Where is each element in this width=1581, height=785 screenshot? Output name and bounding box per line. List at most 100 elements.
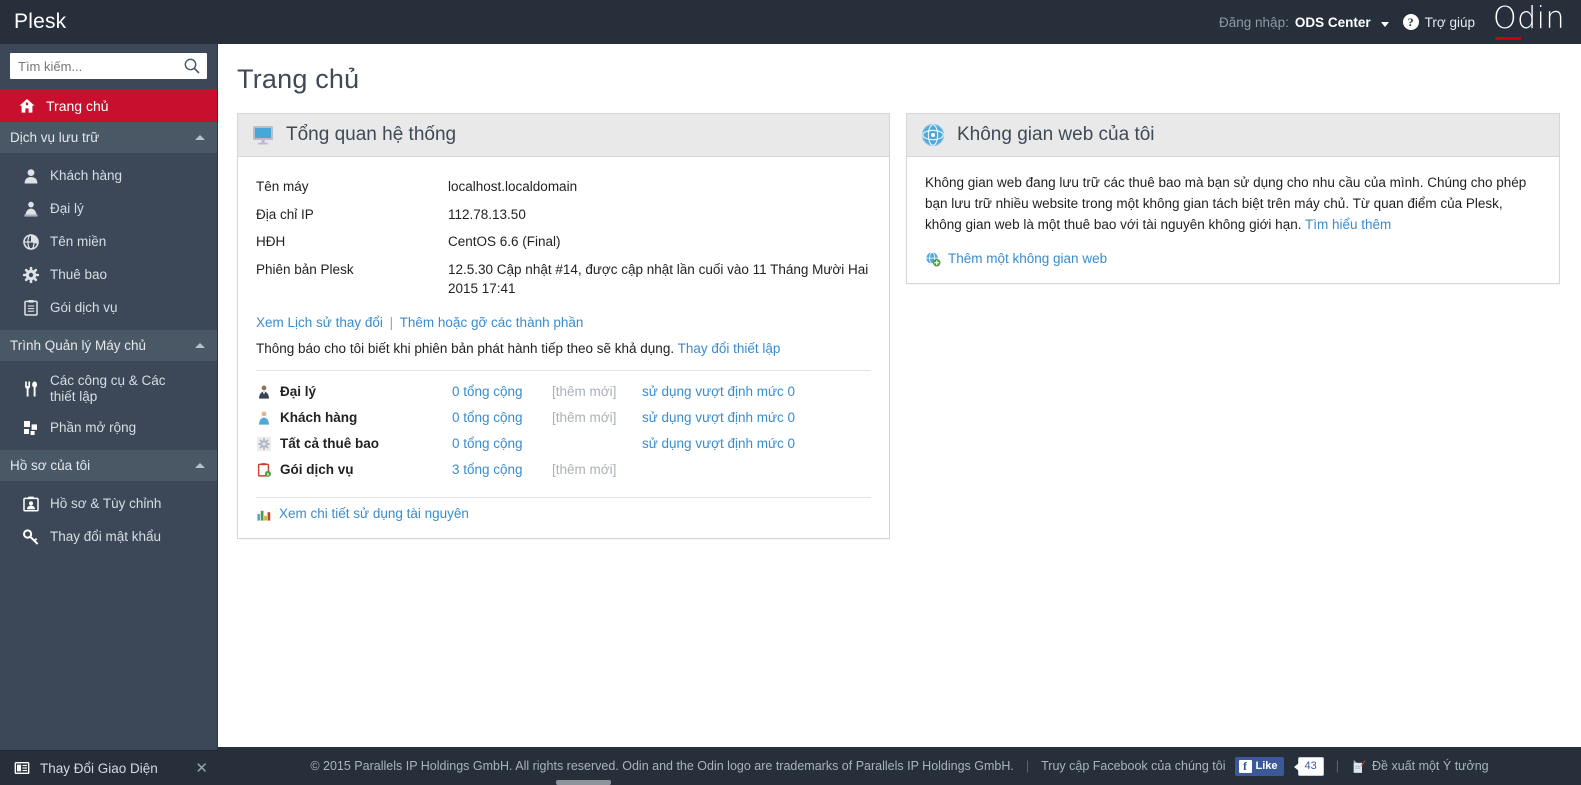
login-username: ODS Center — [1294, 14, 1371, 30]
hostname-label: Tên máy — [256, 179, 309, 194]
divider — [256, 496, 871, 498]
stat-service-plans-total-link[interactable]: 3 tổng cộng — [452, 462, 523, 477]
sidebar-section-hosting-services-items: Khách hàng Đại lý Tên miền Thuê bao Gói … — [0, 153, 217, 330]
login-dropdown[interactable]: Đăng nhập: ODS Center — [1219, 15, 1389, 30]
stat-resellers-total-cell: 0 tổng cộng — [452, 379, 552, 405]
table-row: Đại lý 0 tổng cộng [thêm mới] sử dụng vư… — [256, 379, 871, 405]
theme-switch-bar[interactable]: Thay Đổi Giao Diện ✕ — [0, 750, 218, 785]
resource-usage-row: Xem chi tiết sử dụng tài nguyên — [256, 506, 871, 522]
stat-subscriptions-total-link[interactable]: 0 tổng cộng — [452, 436, 523, 451]
clipboard-icon: s — [257, 462, 271, 477]
sidebar-section-server-manager[interactable]: Trình Quản lý Máy chủ — [0, 330, 217, 361]
add-remove-components-link[interactable]: Thêm hoặc gỡ các thành phần — [400, 315, 584, 330]
stat-resellers-add-link[interactable]: [thêm mới] — [552, 379, 642, 405]
help-link[interactable]: ? Trợ giúp — [1402, 14, 1475, 30]
table-row: Phiên bản Plesk 12.5.30 Cập nhật #14, đư… — [256, 256, 871, 303]
chevron-up-icon — [195, 343, 205, 348]
monitor-icon — [253, 126, 273, 145]
tools-icon — [25, 381, 37, 397]
sidebar-item-customers[interactable]: Khách hàng — [0, 159, 217, 192]
pencil-note-icon — [1353, 759, 1366, 773]
sidebar-item-tools-settings[interactable]: Các công cụ & Các thiết lập — [0, 367, 217, 411]
add-webspace-link[interactable]: Thêm một không gian web — [948, 251, 1107, 266]
sidebar-item-domains-label: Tên miền — [50, 233, 107, 249]
sidebar-item-extensions[interactable]: Phần mở rộng — [0, 411, 217, 444]
home-icon — [19, 98, 35, 113]
search-box[interactable] — [10, 53, 207, 79]
notice-text: Thông báo cho tôi biết khi phiên bản phá… — [256, 340, 675, 356]
reseller-icon — [24, 201, 38, 217]
my-webspaces-body: Không gian web đang lưu trữ các thuê bao… — [907, 157, 1559, 283]
stats-table: Đại lý 0 tổng cộng [thêm mới] sử dụng vư… — [256, 379, 871, 483]
table-row: Địa chỉ IP 112.78.13.50 — [256, 201, 871, 229]
stat-customers-over-link[interactable]: sử dụng vượt định mức 0 — [642, 410, 795, 425]
sidebar-item-service-plans[interactable]: Gói dịch vụ — [0, 291, 217, 324]
ip-value: 112.78.13.50 — [448, 206, 526, 222]
stat-subscriptions-over-link[interactable]: sử dụng vượt định mức 0 — [642, 436, 795, 451]
os-value: CentOS 6.6 (Final) — [448, 234, 561, 250]
footer-divider: | — [1025, 759, 1030, 773]
stat-subscriptions-name-cell: Tất cả thuê bao — [256, 431, 452, 457]
key-icon — [23, 528, 39, 545]
stat-service-plans-name-cell: s Gói dịch vụ — [256, 457, 452, 483]
learn-more-link[interactable]: Tìm hiểu thêm — [1305, 217, 1391, 232]
sidebar-item-change-password[interactable]: Thay đổi mật khẩu — [0, 520, 217, 553]
stat-customers-name-cell: Khách hàng — [256, 405, 452, 431]
suggest-idea-link[interactable]: Đề xuất một Ý tưởng — [1351, 759, 1489, 774]
clipboard-icon — [24, 299, 38, 316]
sidebar-item-subscriptions-label: Thuê bao — [50, 266, 108, 282]
top-bar-right: Đăng nhập: ODS Center ? Trợ giúp Odin — [1219, 0, 1581, 44]
facebook-icon: f — [1238, 759, 1252, 773]
sidebar-section-hosting-services[interactable]: Dịch vụ lưu trữ — [0, 122, 217, 153]
facebook-like-label: Like — [1255, 760, 1278, 772]
sidebar-item-home[interactable]: Trang chủ — [0, 89, 217, 122]
horizontal-scrollbar[interactable] — [556, 780, 611, 785]
resource-usage-link[interactable]: Xem chi tiết sử dụng tài nguyên — [279, 506, 469, 521]
my-webspaces-description-block: Không gian web đang lưu trữ các thuê bao… — [925, 173, 1541, 236]
sidebar-section-my-profile-items: Hồ sơ & Tùy chỉnh Thay đổi mật khẩu — [0, 481, 217, 559]
sidebar-item-subscriptions[interactable]: Thuê bao — [0, 258, 217, 291]
stat-service-plans-over-cell — [642, 457, 871, 483]
view-changelog-link[interactable]: Xem Lịch sử thay đổi — [256, 315, 383, 330]
stat-customers-total-link[interactable]: 0 tổng cộng — [452, 410, 523, 425]
extensions-icon — [24, 420, 37, 435]
table-row: Tên máy localhost.localdomain — [256, 173, 871, 201]
sidebar-item-domains[interactable]: Tên miền — [0, 225, 217, 258]
table-row: s Gói dịch vụ 3 tổng cộng [thêm mới] — [256, 457, 871, 483]
ip-label: Địa chỉ IP — [256, 206, 314, 222]
sidebar-item-tools-settings-label: Các công cụ & Các thiết lập — [50, 373, 166, 404]
stat-subscriptions-total-cell: 0 tổng cộng — [452, 431, 552, 457]
close-icon[interactable]: ✕ — [195, 761, 208, 776]
stat-resellers-total-link[interactable]: 0 tổng cộng — [452, 384, 523, 399]
plesk-version-value: 12.5.30 Cập nhật #14, được cập nhật lần … — [448, 261, 869, 297]
sidebar-item-service-plans-label: Gói dịch vụ — [50, 299, 118, 315]
stat-resellers-name-cell: Đại lý — [256, 379, 452, 405]
my-webspaces-description: Không gian web đang lưu trữ các thuê bao… — [925, 175, 1527, 232]
top-bar: Plesk Đăng nhập: ODS Center ? Trợ giúp O… — [0, 0, 1581, 44]
chevron-up-icon — [195, 463, 205, 468]
page-title: Trang chủ — [237, 64, 360, 94]
sidebar: Trang chủ Dịch vụ lưu trữ Khách hàng — [0, 44, 218, 785]
sidebar-item-profile-preferences[interactable]: Hồ sơ & Tùy chỉnh — [0, 487, 217, 520]
stat-service-plans-add-link[interactable]: [thêm mới] — [552, 457, 642, 483]
facebook-like-button[interactable]: f Like — [1234, 756, 1284, 776]
chevron-up-icon — [195, 135, 205, 140]
change-settings-link[interactable]: Thay đổi thiết lập — [678, 341, 781, 356]
stat-subscriptions-add-link — [552, 431, 642, 457]
theme-switch-label: Thay Đổi Giao Diện — [40, 760, 158, 776]
search-input[interactable] — [10, 53, 207, 79]
profile-card-icon — [23, 496, 39, 512]
gear-icon — [22, 266, 40, 283]
sidebar-item-extensions-label: Phần mở rộng — [50, 419, 137, 435]
my-webspaces-card: Không gian web của tôi Không gian web đa… — [906, 113, 1560, 284]
stat-resellers-over-link[interactable]: sử dụng vượt định mức 0 — [642, 384, 795, 399]
notice-row: Thông báo cho tôi biết khi phiên bản phá… — [256, 341, 871, 356]
stat-customers-add-link[interactable]: [thêm mới] — [552, 405, 642, 431]
sidebar-section-my-profile[interactable]: Hồ sơ của tôi — [0, 450, 217, 481]
login-label: Đăng nhập: — [1219, 14, 1289, 30]
sidebar-item-resellers[interactable]: Đại lý — [0, 192, 217, 225]
globe-icon — [23, 233, 39, 250]
user-icon — [24, 168, 38, 183]
layout-icon — [14, 761, 30, 775]
system-info-table: Tên máy localhost.localdomain Địa chỉ IP… — [256, 173, 871, 303]
